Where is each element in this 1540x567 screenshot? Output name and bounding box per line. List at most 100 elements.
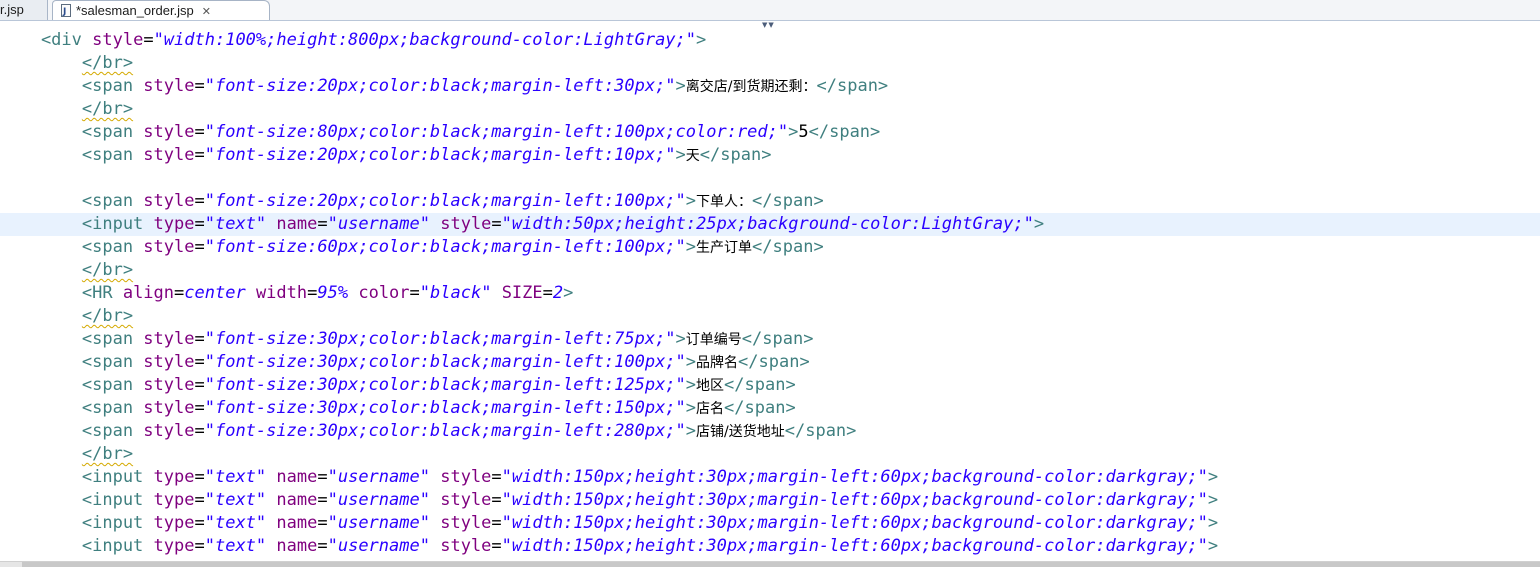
code-token: center — [184, 283, 246, 303]
code-line[interactable]: <span style="font-size:80px;color:black;… — [0, 121, 1540, 144]
code-token: "text" — [204, 513, 267, 533]
code-token: 地区 — [696, 378, 725, 394]
code-line[interactable]: <span style="font-size:20px;color:black;… — [0, 144, 1540, 167]
code-token: </span> — [724, 398, 796, 418]
code-token: <span — [0, 191, 144, 211]
code-token: <input — [0, 536, 154, 556]
code-line[interactable]: <span style="font-size:30px;color:black;… — [0, 420, 1540, 443]
scrollbar-thumb[interactable] — [22, 562, 1540, 567]
code-line[interactable]: <span style="font-size:30px;color:black;… — [0, 397, 1540, 420]
code-token: name — [276, 214, 318, 234]
code-line[interactable] — [0, 167, 1540, 190]
code-token: 下单人： — [696, 194, 753, 210]
code-token: "username" — [327, 513, 430, 533]
code-line[interactable]: <span style="font-size:60px;color:black;… — [0, 236, 1540, 259]
close-icon[interactable]: ✕ — [202, 3, 211, 22]
code-token: = — [491, 214, 502, 234]
code-token: </span> — [816, 76, 889, 96]
code-token: </span> — [752, 191, 824, 211]
code-line[interactable]: <span style="font-size:30px;color:black;… — [0, 328, 1540, 351]
code-token: 95% — [317, 283, 349, 303]
code-token: > — [685, 398, 697, 418]
code-token: > — [1207, 490, 1219, 510]
code-token: > — [685, 237, 697, 257]
code-token: "font-size:30px;color:black;margin-left:… — [204, 375, 686, 395]
tab-r-jsp[interactable]: r.jsp — [0, 0, 48, 20]
tab-salesman-order-jsp[interactable]: *salesman_order.jsp ✕ — [52, 0, 270, 22]
code-token: style — [440, 467, 492, 487]
code-token: <span — [0, 76, 144, 96]
code-line[interactable]: <input type="text" name="username" style… — [0, 489, 1540, 512]
code-editor[interactable]: <div style="width:100%;height:800px;back… — [0, 29, 1540, 562]
jsp-file-icon — [61, 3, 71, 22]
code-token: </br> — [81, 99, 134, 119]
code-token: style — [143, 191, 195, 211]
code-line[interactable]: <span style="font-size:20px;color:black;… — [0, 190, 1540, 213]
code-token: style — [440, 490, 492, 510]
code-token: name — [276, 490, 318, 510]
code-token: </span> — [784, 421, 857, 441]
code-token: style — [143, 237, 195, 257]
code-token: > — [1207, 536, 1219, 556]
code-line[interactable]: <input type="text" name="username" style… — [0, 512, 1540, 535]
code-token: "font-size:80px;color:black;margin-left:… — [204, 122, 789, 142]
code-token: 生产订单 — [696, 240, 753, 256]
code-token: name — [276, 513, 318, 533]
code-token: = — [194, 375, 205, 395]
code-token: <input — [0, 467, 154, 487]
code-token: > — [675, 76, 686, 96]
code-token: "text" — [204, 536, 267, 556]
code-token: style — [143, 145, 195, 165]
code-token: "font-size:30px;color:black;margin-left:… — [204, 398, 686, 418]
code-token: "font-size:30px;color:black;margin-left:… — [204, 329, 676, 349]
code-line[interactable]: <span style="font-size:20px;color:black;… — [0, 75, 1540, 98]
code-token: type — [153, 513, 195, 533]
code-token: = — [491, 467, 502, 487]
code-token: > — [696, 30, 707, 50]
code-line[interactable]: <span style="font-size:30px;color:black;… — [0, 374, 1540, 397]
chevron-down-icon[interactable]: ▼▼ — [762, 21, 775, 29]
code-token: "font-size:30px;color:black;margin-left:… — [204, 352, 686, 372]
code-line[interactable]: </br> — [0, 98, 1540, 121]
code-line[interactable]: </br> — [0, 305, 1540, 328]
code-line[interactable]: </br> — [0, 443, 1540, 466]
code-token: = — [317, 490, 328, 510]
code-line[interactable]: </br> — [0, 259, 1540, 282]
code-line[interactable]: <input type="text" name="username" style… — [0, 213, 1540, 236]
code-token: <span — [0, 398, 144, 418]
code-token: <HR — [0, 283, 123, 303]
code-token: = — [174, 283, 185, 303]
code-token: <input — [0, 214, 154, 234]
code-line[interactable]: </br> — [0, 52, 1540, 75]
code-token: > — [685, 191, 697, 211]
horizontal-scrollbar[interactable] — [0, 561, 1540, 567]
code-token: 5 — [798, 122, 809, 142]
code-line[interactable]: <span style="font-size:30px;color:black;… — [0, 351, 1540, 374]
code-token: <span — [0, 329, 144, 349]
code-token: </span> — [699, 145, 772, 165]
code-line[interactable]: <div style="width:100%;height:800px;back… — [0, 29, 1540, 52]
code-token: style — [143, 122, 195, 142]
code-token: "username" — [327, 214, 430, 234]
code-line[interactable]: <input type="text" name="username" style… — [0, 466, 1540, 489]
code-token: = — [317, 536, 328, 556]
code-token: "username" — [327, 490, 430, 510]
code-token: </br> — [81, 260, 134, 280]
code-line[interactable]: <input type="text" name="username" style… — [0, 535, 1540, 558]
code-token: SIZE — [501, 283, 543, 303]
code-token: style — [440, 513, 492, 533]
code-token: "width:100%;height:800px;background-colo… — [153, 30, 697, 50]
code-token: style — [440, 536, 492, 556]
code-line[interactable]: <HR align=center width=95% color="black"… — [0, 282, 1540, 305]
code-token: > — [1207, 467, 1219, 487]
